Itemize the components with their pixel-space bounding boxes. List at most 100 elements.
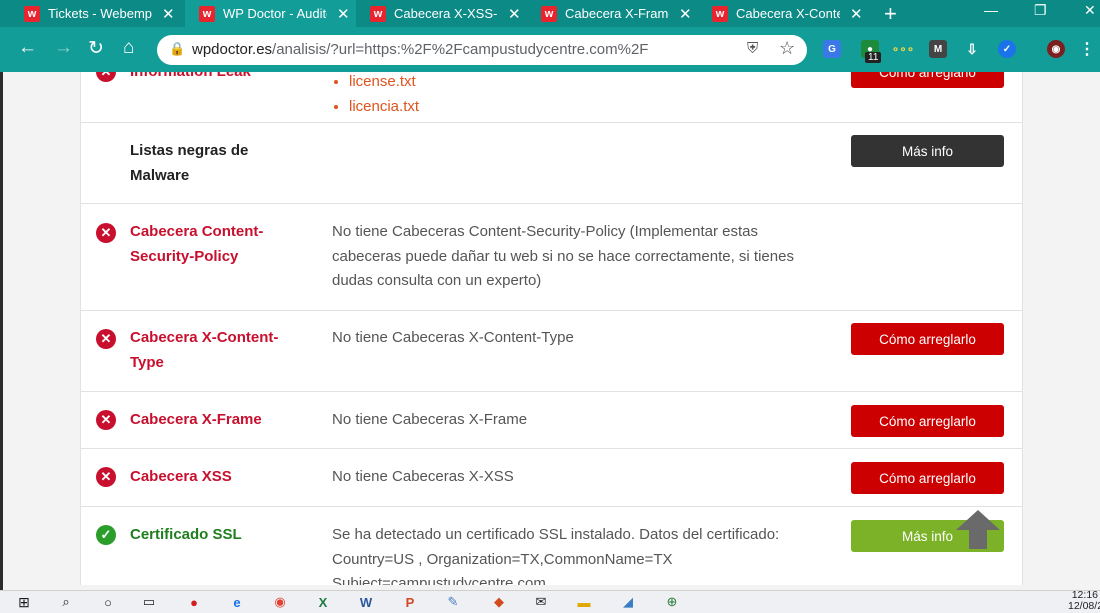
close-icon[interactable]: ✕ [337, 5, 350, 23]
row-description: No tiene Cabeceras X-XSS [332, 468, 514, 485]
excel-icon[interactable]: X [315, 594, 331, 610]
reload-button[interactable]: ↻ [88, 37, 104, 60]
row-label: Information Leak [130, 72, 290, 85]
webempresa-icon: w [24, 5, 40, 22]
address-bar[interactable]: 🔒 wpdoctor.es/analisis/?url=https:%2F%2F… [157, 35, 807, 65]
webempresa-icon: w [712, 5, 728, 22]
row-description: Se ha detectado un certificado SSL insta… [332, 526, 780, 585]
tracking-shield-icon[interactable]: ⛨ [747, 40, 758, 57]
row-ssl: ✓ Certificado SSL Se ha detectado un cer… [81, 507, 1022, 585]
tab-bar: w Tickets - Webempresa ✕ w WP Doctor - A… [0, 0, 1100, 27]
search-icon[interactable]: ⌕ [58, 594, 74, 610]
bookmark-star-icon[interactable]: ☆ [779, 38, 795, 59]
record-app-icon[interactable]: ● [186, 594, 202, 610]
window-edge [0, 72, 3, 592]
maximize-button[interactable]: ❐ [1034, 2, 1047, 19]
error-icon: ✕ [96, 467, 116, 487]
back-button[interactable]: ← [18, 37, 37, 59]
home-button[interactable]: ⌂ [123, 37, 134, 59]
tab-xframe[interactable]: w Cabecera X-Frame-Options ✕ [527, 0, 698, 27]
scroll-top-arrow-icon[interactable] [956, 510, 1000, 530]
paint-icon[interactable]: ✎ [445, 594, 461, 610]
row-description: No tiene Cabeceras Content-Security-Poli… [332, 223, 794, 289]
cortana-icon[interactable]: ○ [100, 594, 116, 610]
row-xss: ✕ Cabecera XSS No tiene Cabeceras X-XSS … [81, 449, 1022, 507]
tab-title: WP Doctor - Auditoría [223, 6, 327, 21]
tab-xcontent[interactable]: w Cabecera X-Content-Type ✕ [698, 0, 869, 27]
forward-button[interactable]: → [54, 37, 73, 59]
system-clock[interactable]: 12:16 12/08/20 [1068, 590, 1100, 612]
chrome-icon[interactable]: ◉ [272, 594, 288, 610]
app-icon[interactable]: ◢ [620, 594, 636, 610]
tab-title: Cabecera X-Frame-Options [565, 6, 669, 21]
tab-title: Cabecera X-XSS-Protection [394, 6, 498, 21]
webempresa-icon: w [541, 5, 557, 22]
tab-title: Cabecera X-Content-Type [736, 6, 840, 21]
minimize-button[interactable]: — [984, 2, 998, 18]
close-icon[interactable]: ✕ [850, 5, 863, 23]
close-icon[interactable]: ✕ [508, 5, 521, 23]
fix-button[interactable]: Cómo arreglarlo [851, 405, 1004, 437]
tab-xss[interactable]: w Cabecera X-XSS-Protection ✕ [356, 0, 527, 27]
extension-download-icon[interactable]: ⇩ [963, 40, 981, 58]
fix-button[interactable]: Cómo arreglarlo [851, 323, 1004, 355]
tab-tickets[interactable]: w Tickets - Webempresa ✕ [0, 0, 185, 27]
word-icon[interactable]: W [358, 594, 374, 610]
close-icon[interactable]: ✕ [679, 5, 692, 23]
error-icon: ✕ [96, 72, 116, 82]
error-icon: ✕ [96, 223, 116, 243]
row-description: No tiene Cabeceras X-Frame [332, 411, 528, 428]
extension-check-icon[interactable]: ✓ [998, 40, 1016, 58]
taskbar: ⊞ ⌕ ○ ▭ ● e ◉ X W P ✎ ◆ ✉ ▬ ◢ ⊕ 12:16 12… [0, 590, 1100, 613]
webempresa-icon: w [199, 5, 215, 22]
row-malware: Listas negras de Malware Más info [81, 122, 1022, 204]
extension-badge: 11 [865, 52, 882, 63]
fix-button[interactable]: Cómo arreglarlo [851, 72, 1004, 88]
webempresa-icon: w [370, 5, 386, 22]
url-text: wpdoctor.es/analisis/?url=https:%2F%2Fca… [192, 41, 648, 58]
row-label: Cabecera Content-Security-Policy [130, 223, 264, 265]
check-icon: ✓ [96, 525, 116, 545]
file-explorer-icon[interactable]: ▬ [576, 594, 592, 610]
tab-wp-doctor[interactable]: w WP Doctor - Auditoría ✕ [185, 0, 356, 27]
lock-icon[interactable]: 🔒 [169, 41, 185, 57]
analysis-report: ✕ Information Leak license.txt licencia.… [80, 72, 1023, 585]
error-icon: ✕ [96, 329, 116, 349]
fix-button[interactable]: Cómo arreglarlo [851, 462, 1004, 494]
powerpoint-icon[interactable]: P [402, 594, 418, 610]
error-icon: ✕ [96, 410, 116, 430]
row-content-security-policy: ✕ Cabecera Content-Security-Policy No ti… [81, 204, 1022, 311]
edge-icon[interactable]: e [229, 594, 245, 610]
extension-dots-icon[interactable]: ∘∘∘ [892, 40, 915, 58]
row-x-content-type: ✕ Cabecera X-Content-Type No tiene Cabec… [81, 311, 1022, 392]
task-view-icon[interactable]: ▭ [141, 594, 157, 610]
file-list: license.txt licencia.txt [332, 72, 419, 119]
row-label: Cabecera X-Content-Type [130, 329, 279, 371]
row-label: Listas negras de Malware [130, 142, 249, 184]
menu-kebab-icon[interactable]: ⋮ [1078, 40, 1096, 58]
clock-date: 12/08/20 [1068, 600, 1100, 612]
row-label: Cabecera X-Frame [130, 411, 262, 428]
scroll-top-arrow-stem[interactable] [969, 529, 987, 549]
filezilla-icon[interactable]: ◆ [491, 594, 507, 610]
windows-start-icon[interactable]: ⊞ [16, 594, 32, 610]
window-close-button[interactable]: ✕ [1084, 2, 1096, 19]
row-label: Certificado SSL [130, 526, 242, 543]
globe-app-icon[interactable]: ⊕ [664, 594, 680, 610]
row-information-leak: ✕ Information Leak license.txt licencia.… [81, 72, 1022, 123]
profile-avatar[interactable]: ◉ [1047, 40, 1065, 58]
list-item[interactable]: licencia.txt [349, 95, 419, 120]
more-info-button[interactable]: Más info [851, 135, 1004, 167]
mail-icon[interactable]: ✉ [533, 594, 549, 610]
translate-extension-icon[interactable]: G [823, 40, 841, 58]
row-label: Cabecera XSS [130, 468, 232, 485]
new-tab-button[interactable]: + [884, 1, 897, 27]
close-icon[interactable]: ✕ [162, 5, 175, 23]
row-x-frame: ✕ Cabecera X-Frame No tiene Cabeceras X-… [81, 392, 1022, 449]
url-path: /analisis/?url=https:%2F%2Fcampustudycen… [272, 41, 649, 58]
tab-title: Tickets - Webempresa [48, 6, 152, 21]
row-description: No tiene Cabeceras X-Content-Type [332, 329, 574, 346]
extension-m-icon[interactable]: M [929, 40, 947, 58]
url-host: wpdoctor.es [192, 41, 273, 58]
list-item[interactable]: license.txt [349, 72, 419, 95]
